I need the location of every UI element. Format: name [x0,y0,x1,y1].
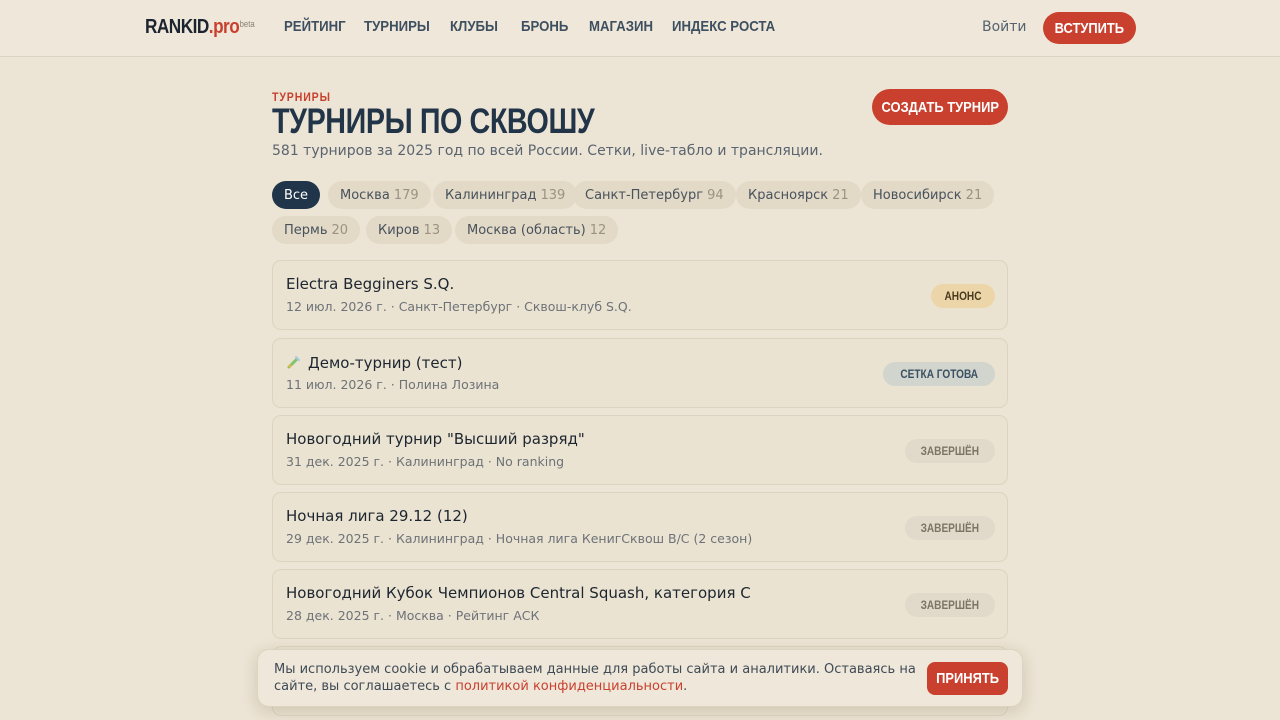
page-subtitle: 581 турниров за 2025 год по всей России.… [272,143,823,159]
tournament-title: Новогодний Кубок Чемпионов Central Squas… [286,584,751,602]
filter-chip-count: 21 [832,187,849,203]
tournament-meta: 29 дек. 2025 г. · Калининград · Ночная л… [286,531,753,546]
filter-chip-label: Калининград [445,187,537,203]
filter-chip-kirov[interactable]: Киров 13 [366,216,453,244]
filter-chip-label: Все [283,187,309,203]
filter-chip-count: 139 [540,187,566,203]
filter-chip-label: Москва [340,187,390,203]
cookie-banner: Мы используем cookie и обрабатываем данн… [257,649,1023,707]
tournament-card[interactable]: Новогодний Кубок Чемпионов Central Squas… [272,569,1008,639]
logo-suffix: .pro [208,16,240,38]
filter-chip-novosibirsk[interactable]: Новосибирск 21 [861,181,995,209]
nav-item-tournaments[interactable]: ТУРНИРЫ [364,18,430,35]
filter-chip-perm[interactable]: Пермь 20 [272,216,361,244]
nav-item-rating[interactable]: РЕЙТИНГ [284,18,346,35]
tournament-card[interactable]: Новогодний турнир "Высший разряд" 31 дек… [272,415,1008,485]
top-navigation-bar: RANKID.pro beta РЕЙТИНГ ТУРНИРЫ КЛУБЫ БР… [0,0,1280,57]
status-badge: ЗАВЕРШЁН [905,516,995,540]
filter-chip-krasnoyarsk[interactable]: Красноярск 21 [736,181,861,209]
tournament-meta: 31 дек. 2025 г. · Калининград · No ranki… [286,454,565,469]
tournament-title: Демо-турнир (тест) [308,354,463,372]
join-button[interactable]: ВСТУПИТЬ [1043,12,1136,44]
filter-chip-count: 179 [393,187,419,203]
filter-chip-count: 21 [965,187,983,203]
status-badge-label: СЕТКА ГОТОВА [899,367,978,381]
site-logo[interactable]: RANKID.pro beta [145,16,255,39]
tournament-card[interactable]: Ночная лига 29.12 (12) 29 дек. 2025 г. ·… [272,492,1008,562]
tournament-meta: 12 июл. 2026 г. · Санкт-Петербург · Скво… [286,299,632,314]
filter-chip-count: 13 [423,222,441,238]
filter-chip-label: Санкт-Петербург [585,187,704,203]
status-badge: СЕТКА ГОТОВА [882,362,995,386]
beta-badge: beta [239,19,255,29]
filter-chip-label: Пермь [284,222,328,238]
accept-cookies-label: ПРИНЯТЬ [936,670,999,687]
create-tournament-label: СОЗДАТЬ ТУРНИР [881,98,999,116]
filter-chip-count: 20 [331,222,349,238]
status-badge: АНОНС [931,284,995,308]
join-button-label: ВСТУПИТЬ [1054,19,1125,37]
tournament-card[interactable]: Electra Begginers S.Q. 12 июл. 2026 г. ·… [272,260,1008,330]
filter-chip-label: Киров [378,222,420,238]
filter-chip-count: 94 [707,187,724,203]
nav-item-clubs[interactable]: КЛУБЫ [450,18,498,35]
cookie-tail: . [683,679,688,694]
filter-chip-moscow-region[interactable]: Москва (область) 12 [455,216,619,244]
status-badge-label: ЗАВЕРШЁН [920,444,980,458]
logo-name: RANKID [145,16,209,38]
filter-chip-moscow[interactable]: Москва 179 [328,181,431,209]
tournament-title: Новогодний турнир "Высший разряд" [286,430,585,448]
privacy-policy-link[interactable]: политикой конфиденциальности [455,679,683,694]
cookie-text: Мы используем cookie и обрабатываем данн… [274,661,924,695]
tournament-meta: 11 июл. 2026 г. · Полина Лозина [286,377,500,392]
filter-chip-label: Новосибирск [873,187,962,203]
create-tournament-button[interactable]: СОЗДАТЬ ТУРНИР [872,89,1008,125]
nav-item-growth-index[interactable]: ИНДЕКС РОСТА [672,18,775,35]
filter-chip-all[interactable]: Все [272,181,320,209]
filter-chip-kaliningrad[interactable]: Калининград 139 [433,181,578,209]
filter-chip-spb[interactable]: Санкт-Петербург 94 [573,181,736,209]
page-title: ТУРНИРЫ ПО СКВОШУ [272,102,595,141]
filter-chip-count: 12 [589,222,607,238]
status-badge-label: АНОНС [944,289,982,303]
status-badge-label: ЗАВЕРШЁН [920,598,980,612]
test-tube-icon [287,356,300,369]
tournament-title-row: Демо-турнир (тест) [286,354,463,372]
tournament-meta: 28 дек. 2025 г. · Москва · Рейтинг АСК [286,608,540,623]
filter-chip-label: Москва (область) [467,222,586,238]
accept-cookies-button[interactable]: ПРИНЯТЬ [927,662,1008,695]
tournament-card[interactable]: Демо-турнир (тест) 11 июл. 2026 г. · Пол… [272,338,1008,408]
nav-item-shop[interactable]: МАГАЗИН [589,18,653,35]
tournament-title: Electra Begginers S.Q. [286,275,455,293]
login-link[interactable]: Войти [982,19,1027,35]
tournament-title: Ночная лига 29.12 (12) [286,507,468,525]
status-badge: ЗАВЕРШЁН [905,439,995,463]
status-badge: ЗАВЕРШЁН [905,593,995,617]
status-badge-label: ЗАВЕРШЁН [920,521,980,535]
filter-chip-label: Красноярск [748,187,829,203]
nav-item-booking[interactable]: БРОНЬ [521,18,568,35]
